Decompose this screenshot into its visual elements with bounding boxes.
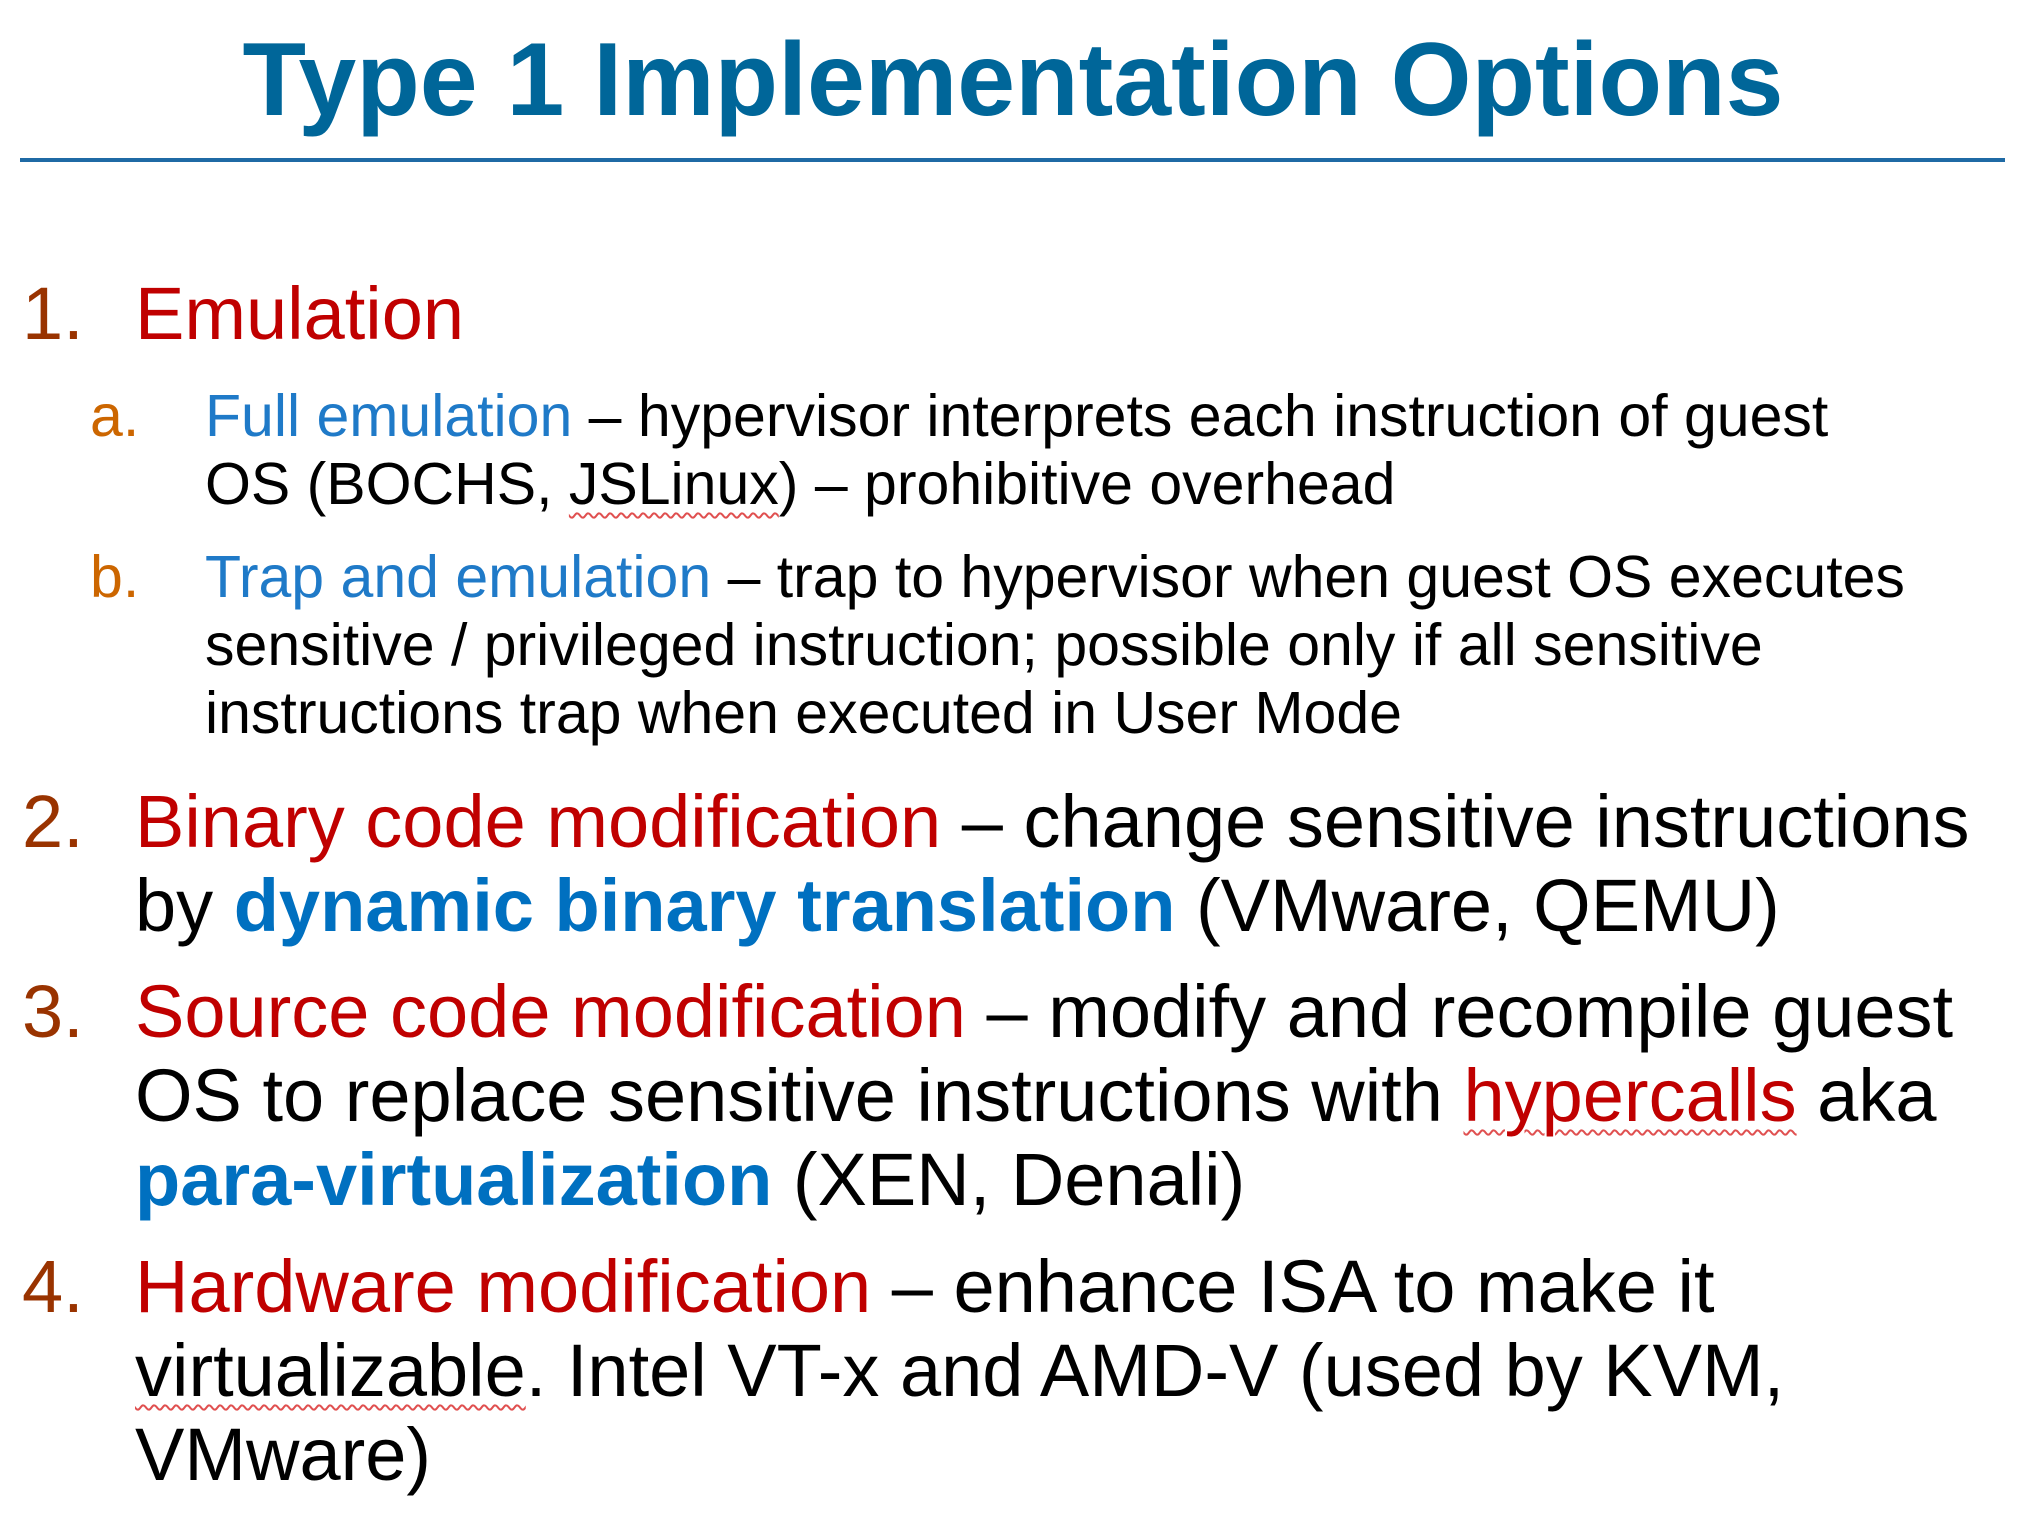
item-text: – modify and recompile guest	[965, 970, 1954, 1053]
item-text: . Intel VT-x and AMD-V (used by KVM,	[525, 1329, 1785, 1412]
subitem-line: OS (BOCHS, JSLinux) – prohibitive overhe…	[205, 450, 1395, 518]
item-line: Source code modification – modify and re…	[135, 970, 1953, 1054]
item-term: Hardware modification	[135, 1245, 872, 1328]
para-virtualization-text: para-virtualization	[135, 1138, 773, 1221]
item-line: OS to replace sensitive instructions wit…	[135, 1054, 1937, 1138]
item-line: para-virtualization (XEN, Denali)	[135, 1138, 1245, 1222]
item-text: OS to replace sensitive instructions wit…	[135, 1054, 1464, 1137]
list-number: 3.	[22, 970, 84, 1053]
item-term: Emulation	[135, 272, 465, 355]
subitem-line: instructions trap when executed in User …	[205, 680, 1402, 746]
list-number: 1.	[22, 272, 84, 355]
subitem-line: sensitive / privileged instruction; poss…	[205, 612, 1763, 678]
item-line: Binary code modification – change sensit…	[135, 780, 1970, 864]
item-text: by	[135, 864, 234, 947]
subitem-term: Trap and emulation	[205, 544, 712, 610]
item-line: virtualizable. Intel VT-x and AMD-V (use…	[135, 1329, 1784, 1413]
virtualizable-text: virtualizable	[135, 1329, 526, 1412]
item-text: (XEN, Denali)	[772, 1138, 1246, 1221]
item-text: – enhance ISA to make it	[871, 1245, 1715, 1328]
item-text: aka	[1796, 1054, 1937, 1137]
subitem-text: – hypervisor interprets each instruction…	[572, 383, 1829, 449]
slide-title: Type 1 Implementation Options	[242, 22, 1784, 138]
item-text: (VMware, QEMU)	[1175, 864, 1780, 947]
item-line: VMware)	[135, 1413, 432, 1496]
item-line: by dynamic binary translation (VMware, Q…	[135, 864, 1780, 948]
item-term: Source code modification	[135, 970, 966, 1053]
sub-letter: a.	[90, 383, 140, 449]
hypercalls-text: hypercalls	[1463, 1054, 1797, 1137]
item-text: – change sensitive instructions	[941, 780, 1970, 863]
list-number: 2.	[22, 780, 84, 863]
dynamic-binary-translation-text: dynamic binary translation	[233, 864, 1176, 947]
subitem-line: Full emulation – hypervisor interprets e…	[205, 382, 1828, 450]
list-number: 4.	[22, 1245, 84, 1328]
subitem-text: – trap to hypervisor when guest OS execu…	[711, 544, 1905, 610]
jslinux-text: JSLinux	[568, 451, 779, 517]
title-divider	[20, 158, 2005, 162]
subitem-text: ) – prohibitive overhead	[778, 451, 1396, 517]
subitem-term: Full emulation	[205, 383, 573, 449]
sub-letter: b.	[90, 544, 140, 610]
item-line: Hardware modification – enhance ISA to m…	[135, 1245, 1715, 1329]
item-term: Binary code modification	[135, 780, 942, 863]
subitem-text: OS (BOCHS,	[205, 451, 569, 517]
subitem-line: Trap and emulation – trap to hypervisor …	[205, 543, 1905, 611]
